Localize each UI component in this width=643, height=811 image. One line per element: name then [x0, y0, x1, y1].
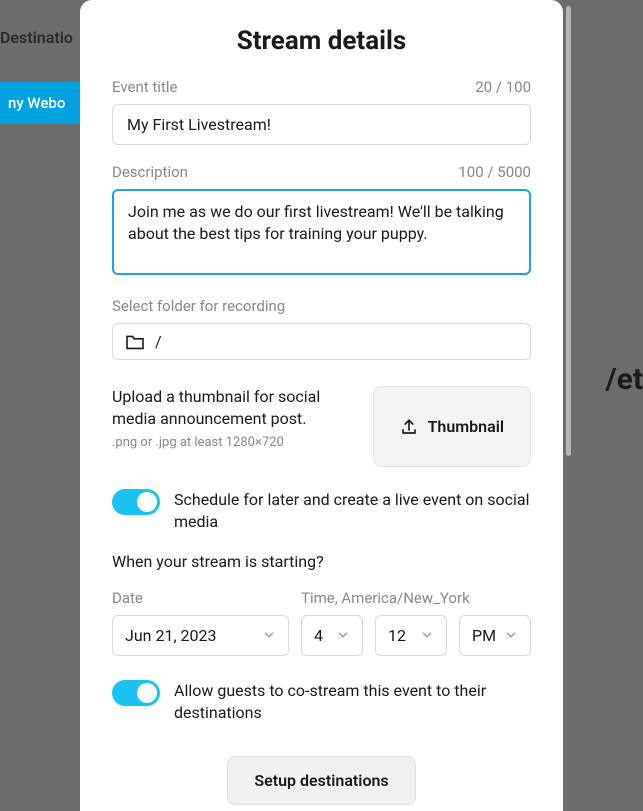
thumbnail-section: Upload a thumbnail for social media anno… [112, 386, 531, 467]
toggle-knob [137, 492, 157, 512]
description-textarea[interactable]: Join me as we do our first livestream! W… [112, 189, 531, 275]
minute-select[interactable]: 12 [375, 615, 447, 656]
event-title-group: Event title 20 / 100 [112, 78, 531, 145]
chevron-down-icon [262, 628, 276, 642]
event-title-input[interactable] [112, 104, 531, 145]
datetime-row: Date Jun 21, 2023 Time, America/New_York… [112, 589, 531, 656]
guests-toggle-label: Allow guests to co-stream this event to … [174, 680, 531, 725]
hour-select[interactable]: 4 [301, 615, 363, 656]
folder-label: Select folder for recording [112, 297, 285, 315]
hour-value: 4 [314, 626, 336, 645]
description-counter: 100 / 5000 [458, 163, 531, 181]
ampm-select[interactable]: PM [459, 615, 531, 656]
chevron-down-icon [336, 628, 350, 642]
guests-toggle[interactable] [112, 680, 160, 706]
date-select[interactable]: Jun 21, 2023 [112, 615, 289, 656]
minute-value: 12 [388, 626, 420, 645]
chevron-down-icon [504, 628, 518, 642]
bg-nav-item: Destinatio [0, 28, 73, 47]
toggle-knob [137, 683, 157, 703]
chevron-down-icon [420, 628, 434, 642]
schedule-toggle-label: Schedule for later and create a live eve… [174, 489, 531, 534]
folder-icon [125, 334, 145, 350]
date-value: Jun 21, 2023 [125, 626, 262, 645]
guests-toggle-row: Allow guests to co-stream this event to … [112, 680, 531, 725]
description-group: Description 100 / 5000 Join me as we do … [112, 163, 531, 279]
setup-destinations-button[interactable]: Setup destinations [227, 756, 415, 805]
schedule-toggle[interactable] [112, 489, 160, 515]
thumbnail-hint: .png or .jpg at least 1280×720 [112, 435, 357, 450]
start-time-heading: When your stream is starting? [112, 552, 531, 571]
folder-group: Select folder for recording / [112, 297, 531, 360]
thumbnail-text: Upload a thumbnail for social media anno… [112, 386, 357, 431]
event-title-label: Event title [112, 78, 177, 96]
upload-icon [400, 418, 418, 436]
folder-selector[interactable]: / [112, 323, 531, 360]
modal-title: Stream details [112, 26, 531, 56]
stream-details-modal: Stream details Event title 20 / 100 Desc… [80, 0, 563, 811]
folder-path: / [155, 332, 162, 351]
date-label: Date [112, 589, 289, 607]
description-label: Description [112, 163, 188, 181]
schedule-toggle-row: Schedule for later and create a live eve… [112, 489, 531, 534]
thumbnail-button-label: Thumbnail [428, 417, 504, 436]
bg-heading: /et [606, 362, 643, 397]
scrollbar[interactable] [566, 6, 571, 456]
ampm-value: PM [472, 626, 504, 645]
modal-footer: Setup destinations [80, 736, 563, 811]
time-label: Time, America/New_York [301, 589, 531, 607]
thumbnail-upload-button[interactable]: Thumbnail [373, 386, 531, 467]
event-title-counter: 20 / 100 [475, 78, 531, 96]
bg-button: ny Webo [0, 82, 83, 124]
